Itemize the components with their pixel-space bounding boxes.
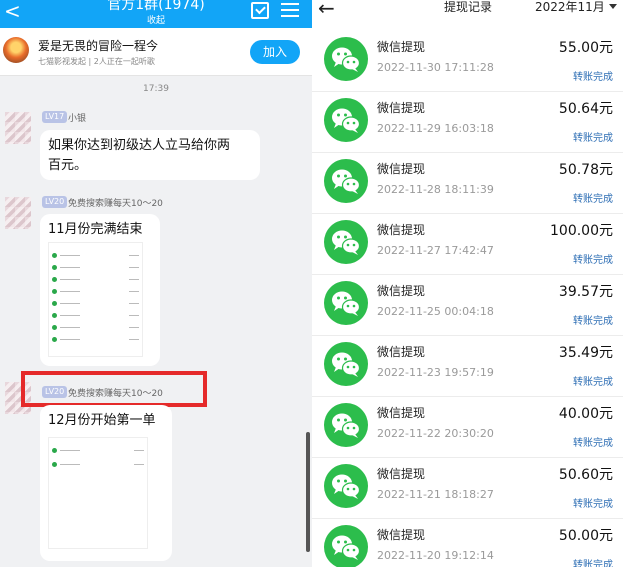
chat-header: < 官方1群(1974) 收起 bbox=[0, 0, 312, 28]
record-status: 转账完成 bbox=[573, 194, 613, 205]
record-amount: 50.00元 bbox=[558, 528, 613, 544]
message-bubble[interactable]: 如果你达到初级达人立马给你两 百元。 bbox=[40, 130, 260, 180]
record-amount: 50.78元 bbox=[558, 162, 613, 178]
record-amount: 50.60元 bbox=[558, 467, 613, 483]
checkin-icon[interactable] bbox=[251, 2, 269, 19]
wechat-icon bbox=[324, 525, 368, 567]
listen-meta: 七猫影视发起 | 2人正在一起听歌 bbox=[38, 57, 155, 66]
back-arrow-icon[interactable]: ← bbox=[318, 0, 335, 20]
sender-name: 免费搜索赚每天10～20 bbox=[68, 199, 163, 209]
message-text: 如果你达到初级达人立马给你两 百元。 bbox=[48, 136, 230, 176]
message-bubble[interactable]: 12月份开始第一单 bbox=[40, 405, 172, 561]
record-amount: 100.00元 bbox=[550, 223, 613, 239]
menu-icon[interactable] bbox=[281, 3, 299, 21]
message-bubble[interactable]: 11月份完满结束 bbox=[40, 214, 160, 366]
message-text: 11月份完满结束 bbox=[48, 222, 143, 237]
wechat-icon bbox=[324, 403, 368, 447]
level-badge: LV17 bbox=[42, 111, 68, 123]
avatar[interactable] bbox=[5, 112, 31, 144]
wechat-icon bbox=[324, 342, 368, 386]
record-title: 微信提现 bbox=[377, 467, 426, 481]
record-status: 转账完成 bbox=[573, 133, 613, 144]
song-title: 爱是无畏的冒险一程今 bbox=[38, 39, 159, 53]
record-time: 2022-11-21 18:18:27 bbox=[377, 488, 494, 501]
record-time: 2022-11-30 17:11:28 bbox=[377, 61, 494, 74]
record-status: 转账完成 bbox=[573, 255, 613, 266]
records-header: ← 提现记录 2022年11月 bbox=[312, 0, 623, 22]
withdraw-record-row[interactable]: 微信提现 2022-11-25 00:04:18 39.57元转账完成 bbox=[312, 275, 623, 336]
join-button[interactable]: 加入 bbox=[250, 40, 300, 64]
record-amount: 39.57元 bbox=[558, 284, 613, 300]
level-badge: LV20 bbox=[42, 196, 68, 208]
wechat-icon bbox=[324, 281, 368, 325]
record-title: 微信提现 bbox=[377, 406, 426, 420]
scrollbar[interactable] bbox=[306, 432, 310, 552]
record-title: 微信提现 bbox=[377, 162, 426, 176]
wechat-icon bbox=[324, 159, 368, 203]
record-title: 微信提现 bbox=[377, 101, 426, 115]
screenshot-thumbnail[interactable] bbox=[48, 242, 143, 357]
record-time: 2022-11-23 19:57:19 bbox=[377, 366, 494, 379]
record-status: 转账完成 bbox=[573, 377, 613, 388]
record-amount: 50.64元 bbox=[558, 101, 613, 117]
record-title: 微信提现 bbox=[377, 40, 426, 54]
month-selector[interactable]: 2022年11月 bbox=[535, 0, 605, 15]
record-title: 微信提现 bbox=[377, 345, 426, 359]
message-text: 12月份开始第一单 bbox=[48, 413, 156, 428]
listen-together-banner: 爱是无畏的冒险一程今 七猫影视发起 | 2人正在一起听歌 加入 bbox=[0, 28, 312, 76]
withdraw-record-row[interactable]: 微信提现 2022-11-29 16:03:18 50.64元转账完成 bbox=[312, 92, 623, 153]
wechat-icon bbox=[324, 98, 368, 142]
highlight-box bbox=[21, 371, 207, 407]
record-title: 微信提现 bbox=[377, 528, 426, 542]
withdraw-record-row[interactable]: 微信提现 2022-11-28 18:11:39 50.78元转账完成 bbox=[312, 153, 623, 214]
withdraw-record-row[interactable]: 微信提现 2022-11-30 17:11:28 55.00元转账完成 bbox=[312, 31, 623, 92]
record-status: 转账完成 bbox=[573, 438, 613, 449]
record-time: 2022-11-27 17:42:47 bbox=[377, 244, 494, 257]
record-time: 2022-11-25 00:04:18 bbox=[377, 305, 494, 318]
message-text-line: 如果你达到初级达人立马给你两 bbox=[48, 138, 231, 153]
record-amount: 55.00元 bbox=[558, 40, 613, 56]
record-title: 微信提现 bbox=[377, 284, 426, 298]
message-timestamp: 17:39 bbox=[143, 84, 169, 94]
withdraw-record-row[interactable]: 微信提现 2022-11-22 20:30:20 40.00元转账完成 bbox=[312, 397, 623, 458]
records-title: 提现记录 bbox=[444, 0, 493, 14]
record-time: 2022-11-28 18:11:39 bbox=[377, 183, 494, 196]
withdraw-records-panel: ← 提现记录 2022年11月 微信提现 2022-11-30 17:11:28 5… bbox=[312, 0, 623, 567]
withdraw-record-row[interactable]: 微信提现 2022-11-20 19:12:14 50.00元转账完成 bbox=[312, 519, 623, 567]
withdraw-record-row[interactable]: 微信提现 2022-11-27 17:42:47 100.00元转账完成 bbox=[312, 214, 623, 275]
song-cover-avatar bbox=[3, 37, 29, 63]
screenshot-composite: < 官方1群(1974) 收起 爱是无畏的冒险一程今 七猫影视发起 | 2人正在… bbox=[0, 0, 623, 567]
record-time: 2022-11-20 19:12:14 bbox=[377, 549, 494, 562]
record-status: 转账完成 bbox=[573, 560, 613, 567]
wechat-icon bbox=[324, 220, 368, 264]
withdraw-record-row[interactable]: 微信提现 2022-11-23 19:57:19 35.49元转账完成 bbox=[312, 336, 623, 397]
avatar[interactable] bbox=[5, 197, 31, 229]
screenshot-thumbnail[interactable] bbox=[48, 437, 148, 549]
record-status: 转账完成 bbox=[573, 316, 613, 327]
wechat-icon bbox=[324, 464, 368, 508]
record-title: 微信提现 bbox=[377, 223, 426, 237]
sender-name: 小银 bbox=[68, 114, 87, 124]
withdraw-record-row[interactable]: 微信提现 2022-11-21 18:18:27 50.60元转账完成 bbox=[312, 458, 623, 519]
group-chat-panel: < 官方1群(1974) 收起 爱是无畏的冒险一程今 七猫影视发起 | 2人正在… bbox=[0, 0, 312, 567]
record-time: 2022-11-22 20:30:20 bbox=[377, 427, 494, 440]
record-time: 2022-11-29 16:03:18 bbox=[377, 122, 494, 135]
record-amount: 40.00元 bbox=[558, 406, 613, 422]
message-text-line: 百元。 bbox=[48, 158, 88, 173]
chevron-down-icon[interactable] bbox=[609, 4, 617, 9]
record-status: 转账完成 bbox=[573, 72, 613, 83]
record-status: 转账完成 bbox=[573, 499, 613, 510]
record-amount: 35.49元 bbox=[558, 345, 613, 361]
wechat-icon bbox=[324, 37, 368, 81]
